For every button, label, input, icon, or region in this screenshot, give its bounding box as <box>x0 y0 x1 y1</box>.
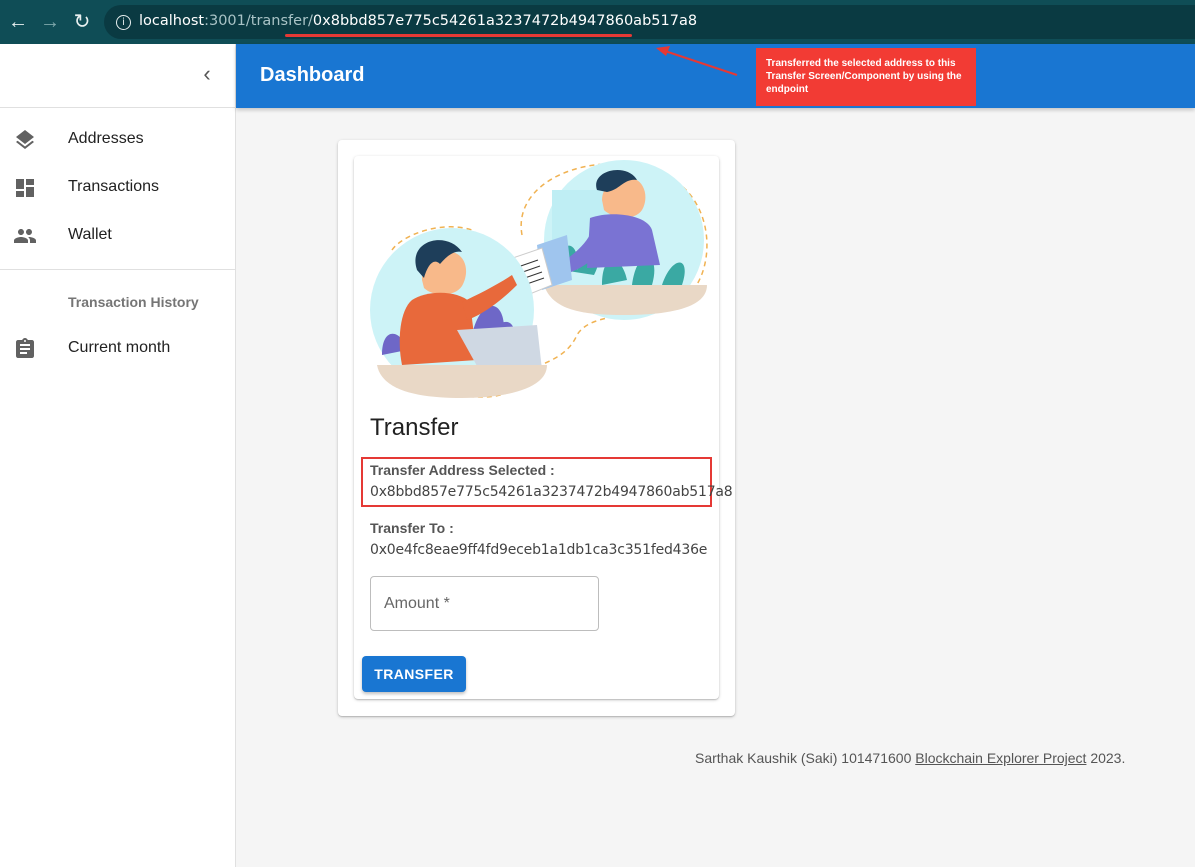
url-address: 0x8bbd857e775c54261a3237472b4947860ab517… <box>312 13 698 29</box>
transfer-to-label: Transfer To : <box>370 520 454 536</box>
annotation-callout: Transferred the selected address to this… <box>756 48 976 106</box>
reload-icon[interactable]: ↻ <box>70 10 94 34</box>
footer-year: 2023. <box>1086 750 1126 766</box>
annotation-arrow-icon <box>656 46 738 76</box>
forward-arrow-icon[interactable]: → <box>38 10 62 34</box>
selected-address-label: Transfer Address Selected : <box>370 462 555 478</box>
layers-icon <box>16 130 34 149</box>
sidebar-item-label: Transactions <box>68 178 159 195</box>
sidebar-item-label: Addresses <box>68 130 144 147</box>
sidebar: ‹ Addresses Transactions Wallet Transact… <box>0 44 236 867</box>
sidebar-item-label: Wallet <box>68 226 112 243</box>
amount-input[interactable] <box>371 577 598 630</box>
sidebar-item-transactions[interactable]: Transactions <box>0 164 235 212</box>
url-host: localhost <box>139 13 205 29</box>
sidebar-divider <box>0 269 235 270</box>
people-icon <box>14 229 36 243</box>
transfer-illustration <box>370 160 708 398</box>
transfer-to-value: 0x0e4fc8eae9ff4fd9eceb1a1db1ca3c351fed43… <box>370 542 708 558</box>
sidebar-subheader: Transaction History <box>68 294 199 310</box>
url-text[interactable]: localhost:3001/transfer/0x8bbd857e775c54… <box>139 13 697 29</box>
info-icon[interactable]: i <box>116 15 131 30</box>
url-path: :3001/transfer/ <box>204 13 313 29</box>
project-link[interactable]: Blockchain Explorer Project <box>915 750 1086 766</box>
sidebar-item-wallet[interactable]: Wallet <box>0 212 235 260</box>
dashboard-icon <box>16 179 34 197</box>
chevron-left-icon[interactable]: ‹ <box>196 63 218 85</box>
sidebar-item-addresses[interactable]: Addresses <box>0 116 235 164</box>
transfer-button[interactable]: TRANSFER <box>362 656 466 692</box>
url-highlight-underline <box>285 34 632 37</box>
amount-field[interactable] <box>370 576 599 631</box>
address-bar[interactable]: i localhost:3001/transfer/0x8bbd857e775c… <box>104 5 1195 39</box>
footer: Sarthak Kaushik (Saki) 101471600 Blockch… <box>695 750 1125 766</box>
sidebar-divider <box>0 107 235 108</box>
card-title: Transfer <box>370 414 459 441</box>
selected-address-value: 0x8bbd857e775c54261a3237472b4947860ab517… <box>370 484 733 500</box>
browser-toolbar: ← → ↻ i localhost:3001/transfer/0x8bbd85… <box>0 0 1195 44</box>
sidebar-item-label: Current month <box>68 339 171 356</box>
sidebar-item-current-month[interactable]: Current month <box>0 325 235 373</box>
back-arrow-icon[interactable]: ← <box>6 10 30 34</box>
page-title: Dashboard <box>260 64 365 86</box>
assignment-icon <box>16 338 34 358</box>
footer-text: Sarthak Kaushik (Saki) 101471600 <box>695 750 916 766</box>
